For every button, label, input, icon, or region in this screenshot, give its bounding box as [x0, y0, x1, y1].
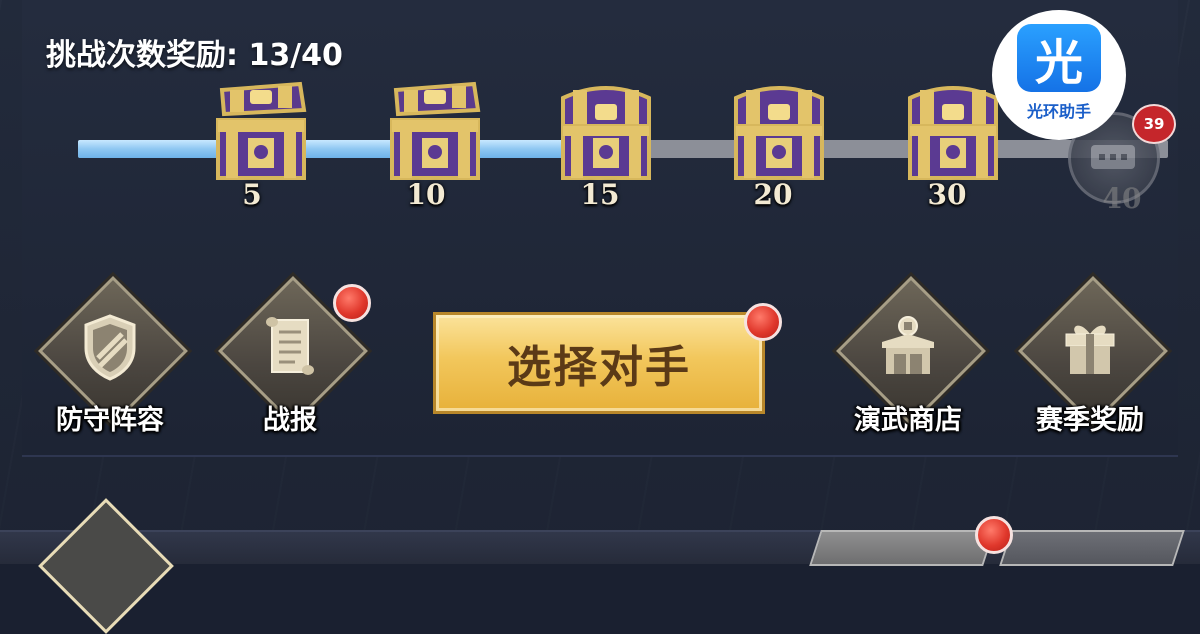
watermark-logo: 光 光环助手: [992, 10, 1126, 140]
progress-fill: [78, 140, 596, 158]
select-opponent-notification-dot: [744, 303, 782, 341]
bottom-tab[interactable]: [999, 530, 1185, 566]
select-opponent-button[interactable]: 选择对手: [433, 312, 765, 414]
bottom-tab[interactable]: [809, 530, 995, 566]
season-rewards-button[interactable]: 赛季奖励: [1015, 276, 1168, 440]
reward-chest-30[interactable]: [900, 80, 1006, 186]
reward-chest-15[interactable]: [553, 80, 659, 186]
milestone-label: 20: [753, 178, 793, 211]
bottom-tab-notification-dot: [975, 516, 1013, 554]
milestone-label: 15: [580, 178, 620, 211]
defense-lineup-label: 防守阵容: [56, 405, 164, 436]
challenge-reward-title: 挑战次数奖励: 13/40: [46, 38, 343, 73]
milestone-label: 10: [406, 178, 446, 211]
martial-shop-button[interactable]: 演武商店: [833, 276, 986, 440]
milestone-label: 5: [242, 178, 262, 211]
milestone-label: 30: [927, 178, 967, 211]
shop-icon: [878, 312, 938, 382]
milestone-label-final: 40: [1102, 182, 1142, 215]
gift-icon: [1060, 312, 1120, 382]
shield-icon: [80, 312, 140, 382]
battle-report-label: 战报: [263, 405, 317, 436]
defense-lineup-button[interactable]: 防守阵容: [35, 276, 188, 440]
select-opponent-label: 选择对手: [507, 342, 691, 393]
scroll-icon: [260, 312, 320, 382]
watermark-glyph: 光: [1017, 24, 1101, 92]
martial-shop-label: 演武商店: [854, 405, 962, 436]
reward-chest-5[interactable]: [208, 80, 314, 186]
count-badge[interactable]: 39: [1132, 104, 1176, 144]
season-rewards-label: 赛季奖励: [1036, 405, 1144, 436]
battle-report-notification-dot: [333, 284, 371, 322]
watermark-text: 光环助手: [1026, 102, 1091, 121]
reward-chest-10[interactable]: [382, 80, 488, 186]
chat-bubble-icon: [1091, 145, 1135, 169]
reward-chest-20[interactable]: [726, 80, 832, 186]
